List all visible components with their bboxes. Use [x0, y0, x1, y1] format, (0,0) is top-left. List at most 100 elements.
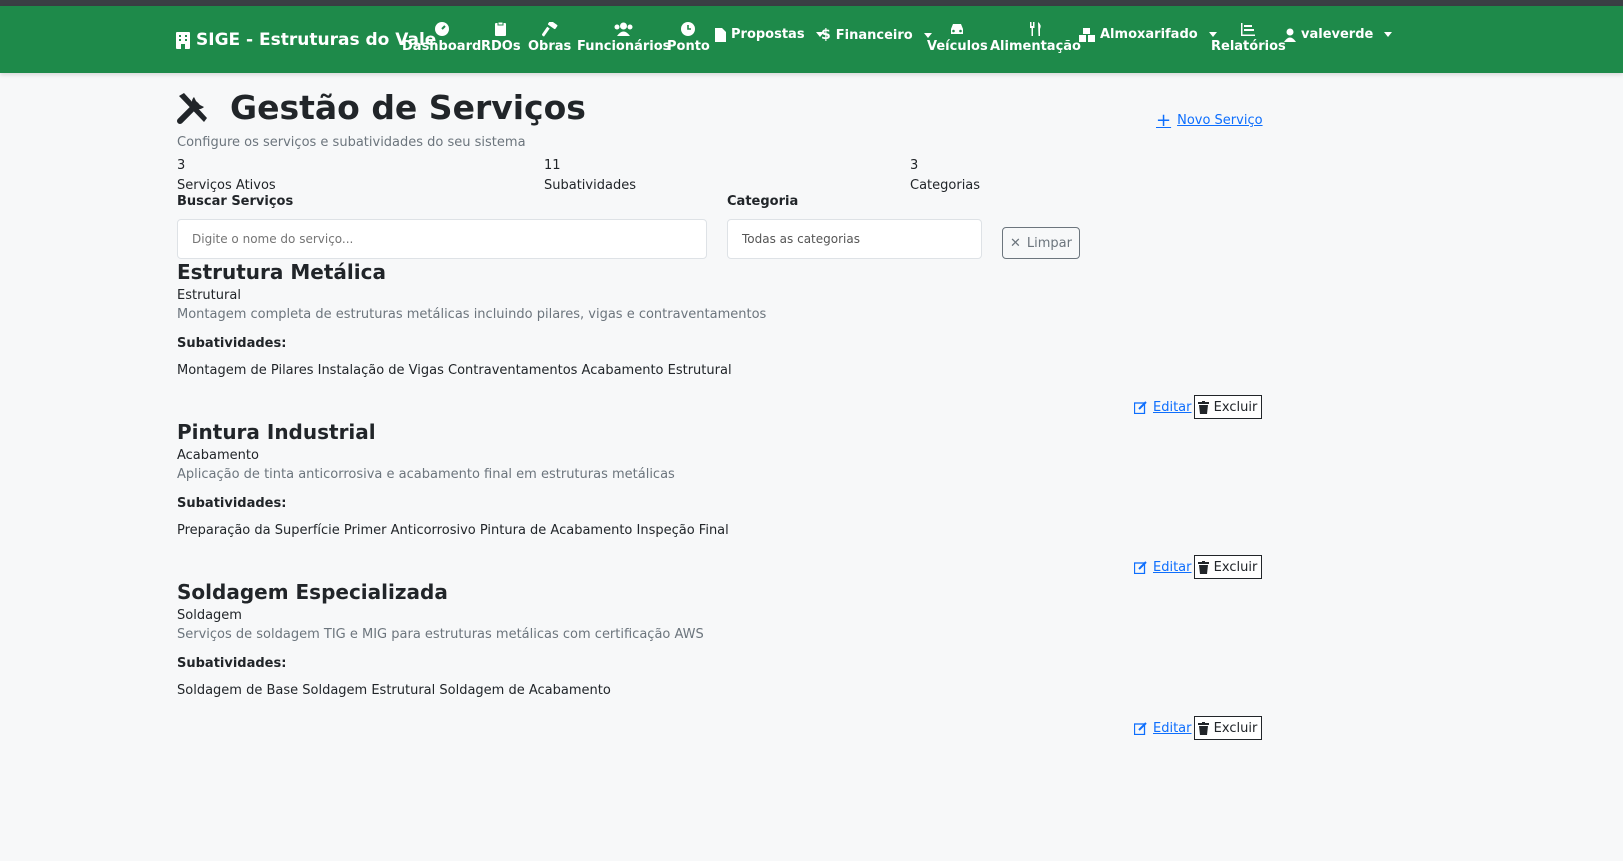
page-subtitle: Configure os serviços e subatividades do… — [177, 135, 526, 150]
nav-obras-label: Obras — [528, 39, 572, 54]
utensils-icon — [1029, 22, 1041, 36]
service-card: Soldagem Especializada Soldagem Serviços… — [177, 580, 1257, 698]
hammer-icon — [541, 21, 558, 37]
nav-funcionarios[interactable]: Funcionários — [577, 20, 670, 54]
nav-propostas-dropdown[interactable]: Propostas — [715, 27, 824, 42]
delete-service-button[interactable]: Excluir — [1193, 716, 1262, 740]
gauge-icon — [434, 22, 449, 36]
nav-veiculos-label: Veículos — [927, 39, 988, 54]
service-category: Acabamento — [177, 448, 259, 463]
edit-service-button[interactable]: Editar — [1134, 721, 1192, 736]
nav-alimentacao[interactable]: Alimentação — [990, 20, 1081, 54]
clear-filters-label: Limpar — [1026, 235, 1072, 251]
nav-veiculos[interactable]: Veículos — [927, 20, 988, 54]
nav-almoxarifado-label: Almoxarifado — [1100, 27, 1198, 42]
edit-label: Editar — [1153, 399, 1192, 415]
nav-rdos[interactable]: RDOs — [481, 20, 521, 54]
chevron-down-icon — [1384, 32, 1393, 37]
trash-icon — [1197, 400, 1209, 414]
category-select-value: Todas as categorias — [742, 232, 860, 246]
service-category: Soldagem — [177, 608, 242, 623]
delete-label: Excluir — [1213, 399, 1258, 415]
close-icon: ✕ — [1010, 235, 1021, 251]
edit-icon — [1134, 721, 1147, 735]
subactivities-list: Soldagem de Base Soldagem Estrutural Sol… — [177, 683, 611, 698]
car-icon — [951, 23, 964, 34]
service-name: Estrutura Metálica — [177, 260, 386, 284]
search-label: Buscar Serviços — [177, 194, 294, 209]
nav-alimentacao-label: Alimentação — [990, 39, 1081, 54]
file-icon — [715, 27, 726, 42]
subactivities-list: Preparação da Superfície Primer Anticorr… — [177, 523, 729, 538]
clock-icon — [681, 22, 696, 36]
user-menu-dropdown[interactable]: valeverde — [1284, 27, 1393, 42]
plus-icon: + — [1156, 110, 1172, 131]
new-service-button[interactable]: + Novo Serviço — [1156, 110, 1263, 131]
nav-ponto-label: Ponto — [667, 39, 710, 54]
nav-dashboard-label: Dashboard — [402, 39, 482, 54]
nav-funcionarios-label: Funcionários — [577, 39, 671, 54]
service-card: Estrutura Metálica Estrutural Montagem c… — [177, 260, 1257, 378]
chart-icon — [1241, 22, 1256, 36]
nav-obras[interactable]: Obras — [528, 20, 571, 54]
stat-services-label: Serviços Ativos — [177, 178, 276, 193]
new-service-label: Novo Serviço — [1177, 113, 1263, 128]
edit-service-button[interactable]: Editar — [1134, 400, 1192, 415]
user-icon — [1284, 28, 1296, 42]
subactivities-label: Subatividades: — [177, 336, 287, 351]
top-navbar: SIGE - Estruturas do Vale Dashboard RDOs… — [0, 6, 1623, 73]
edit-service-button[interactable]: Editar — [1134, 560, 1192, 575]
users-icon — [614, 22, 633, 36]
service-actions: Editar Excluir — [1134, 716, 1262, 740]
edit-icon — [1134, 560, 1147, 574]
nav-almoxarifado-dropdown[interactable]: Almoxarifado — [1079, 27, 1217, 42]
nav-dashboard[interactable]: Dashboard — [402, 20, 481, 54]
category-select[interactable]: Todas as categorias — [727, 219, 982, 259]
edit-label: Editar — [1153, 559, 1192, 575]
stat-subactivities-value: 11 — [544, 158, 561, 173]
service-description: Serviços de soldagem TIG e MIG para estr… — [177, 627, 704, 642]
service-actions: Editar Excluir — [1134, 555, 1262, 579]
edit-label: Editar — [1153, 720, 1192, 736]
stat-categories-label: Categorias — [910, 178, 981, 193]
nav-ponto[interactable]: Ponto — [667, 20, 710, 54]
service-description: Montagem completa de estruturas metálica… — [177, 307, 767, 322]
stat-categories: 3 Categorias — [910, 156, 980, 196]
service-name: Pintura Industrial — [177, 420, 376, 444]
nav-propostas-label: Propostas — [731, 27, 805, 42]
stat-services: 3 Serviços Ativos — [177, 156, 276, 196]
search-input[interactable] — [192, 232, 692, 246]
boxes-icon — [1079, 27, 1095, 42]
service-description: Aplicação de tinta anticorrosiva e acaba… — [177, 467, 675, 482]
search-field[interactable] — [177, 219, 707, 259]
clear-filters-button[interactable]: ✕ Limpar — [1002, 227, 1080, 259]
building-icon — [176, 31, 190, 49]
nav-financeiro-label: Financeiro — [835, 27, 913, 43]
trash-icon — [1197, 560, 1209, 574]
service-card: Pintura Industrial Acabamento Aplicação … — [177, 420, 1257, 538]
brand-link[interactable]: SIGE - Estruturas do Vale — [176, 30, 436, 50]
brand-name: SIGE - Estruturas do Vale — [196, 30, 437, 50]
subactivities-label: Subatividades: — [177, 496, 287, 511]
stat-subactivities: 11 Subatividades — [544, 156, 636, 196]
subactivities-label: Subatividades: — [177, 656, 287, 671]
stat-categories-value: 3 — [910, 158, 919, 173]
delete-service-button[interactable]: Excluir — [1193, 555, 1262, 579]
nav-relatorios-label: Relatórios — [1211, 39, 1286, 54]
stat-subactivities-label: Subatividades — [544, 178, 636, 193]
trash-icon — [1197, 721, 1209, 735]
delete-service-button[interactable]: Excluir — [1193, 395, 1262, 419]
clipboard-icon — [495, 22, 507, 36]
edit-icon — [1134, 400, 1147, 414]
page-header: Gestão de Serviços — [176, 88, 586, 127]
nav-financeiro-dropdown[interactable]: $ Financeiro — [821, 27, 932, 43]
nav-relatorios[interactable]: Relatórios — [1211, 20, 1286, 54]
delete-label: Excluir — [1213, 559, 1258, 575]
subactivities-list: Montagem de Pilares Instalação de Vigas … — [177, 363, 732, 378]
service-actions: Editar Excluir — [1134, 395, 1262, 419]
nav-rdos-label: RDOs — [481, 39, 521, 54]
category-label: Categoria — [727, 194, 799, 209]
delete-label: Excluir — [1213, 720, 1258, 736]
stat-services-value: 3 — [177, 158, 186, 173]
dollar-icon: $ — [821, 27, 831, 43]
